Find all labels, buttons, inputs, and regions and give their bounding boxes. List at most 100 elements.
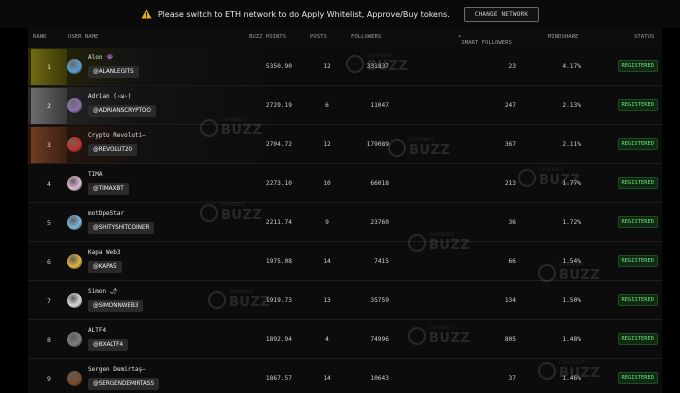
buzz-points: 2729.19: [265, 102, 292, 109]
buzz-points: 1892.94: [265, 336, 292, 343]
mindshare-value: 1.72%: [562, 219, 581, 226]
followers-count: 7415: [374, 258, 389, 265]
leaderboard-table: RANK USER NAME BUZZ POINTS POSTS FOLLOWE…: [28, 28, 662, 393]
mindshare-value: 4.17%: [562, 63, 581, 70]
col-followers[interactable]: FOLLOWERS: [351, 34, 381, 40]
smart-followers-count: 36: [508, 219, 516, 226]
change-network-button[interactable]: CHANGE NETWORK: [463, 6, 540, 22]
table-row[interactable]: 5 motDpeStar @SHITYSHITCOINER 2211.74 9 23760…: [28, 204, 662, 242]
rank-number: 9: [47, 375, 51, 383]
avatar[interactable]: [67, 59, 82, 74]
table-row[interactable]: 3 Crypto Revoluti— @REVOLUT20 2704.72 12 1790…: [28, 126, 662, 164]
posts-count: 13: [323, 297, 331, 304]
user-handle[interactable]: @REVOLUT20: [88, 144, 138, 156]
col-smart-followers-label: SMART FOLLOWERS: [461, 40, 512, 46]
followers-count: 331837: [366, 63, 389, 70]
followers-count: 23760: [370, 219, 389, 226]
user-handle[interactable]: @SERGENDEMIRTASS: [88, 378, 159, 390]
smart-followers-count: 37: [508, 375, 516, 382]
posts-count: 10: [323, 180, 331, 187]
table-row[interactable]: 8 ALTF4 @BXALTF4 1892.94 4 74996 805 1.48% REGIS…: [28, 321, 662, 359]
col-posts[interactable]: POSTS: [310, 34, 327, 40]
rank-number: 6: [47, 258, 51, 266]
rank-number: 2: [31, 88, 67, 124]
posts-count: 9: [325, 219, 329, 226]
warning-icon: [141, 9, 152, 19]
col-smart-followers[interactable]: • SMART FOLLOWERS: [458, 34, 512, 46]
user-handle[interactable]: @ALANLEGITS: [88, 66, 139, 78]
avatar[interactable]: [67, 98, 82, 113]
user-display-name[interactable]: Alon 👾: [88, 54, 114, 61]
status-badge: REGISTERED: [617, 60, 658, 72]
network-warning-banner: Please switch to ETH network to do Apply…: [0, 0, 680, 28]
avatar[interactable]: [67, 215, 82, 230]
smart-followers-count: 213: [504, 180, 516, 187]
status-badge: REGISTERED: [617, 138, 658, 150]
status-badge: REGISTERED: [617, 99, 658, 111]
followers-count: 74996: [370, 336, 389, 343]
mindshare-value: 1.48%: [562, 336, 581, 343]
user-display-name[interactable]: Simon 🌶: [88, 288, 117, 295]
user-handle[interactable]: @SHITYSHITCOINER: [88, 222, 155, 234]
followers-count: 11047: [370, 102, 389, 109]
table-header: RANK USER NAME BUZZ POINTS POSTS FOLLOWE…: [28, 28, 662, 48]
avatar[interactable]: [67, 332, 82, 347]
status-badge: REGISTERED: [617, 255, 658, 267]
followers-count: 35759: [370, 297, 389, 304]
avatar[interactable]: [67, 254, 82, 269]
buzz-points: 1919.73: [265, 297, 292, 304]
avatar[interactable]: [67, 371, 82, 386]
posts-count: 14: [323, 375, 331, 382]
status-badge: REGISTERED: [617, 177, 658, 189]
posts-count: 12: [323, 141, 331, 148]
buzz-points: 2704.72: [265, 141, 292, 148]
user-handle[interactable]: @SIMONNWEB3: [88, 300, 144, 312]
posts-count: 12: [323, 63, 331, 70]
user-display-name[interactable]: Kapa Web3: [88, 249, 121, 256]
buzz-points: 5350.90: [265, 63, 292, 70]
posts-count: 4: [325, 336, 329, 343]
avatar[interactable]: [67, 137, 82, 152]
rank-number: 5: [47, 219, 51, 227]
smart-followers-count: 367: [504, 141, 516, 148]
col-user-name[interactable]: USER NAME: [68, 34, 98, 40]
network-warning-text: Please switch to ETH network to do Apply…: [157, 9, 450, 19]
status-badge: REGISTERED: [617, 372, 658, 384]
table-row[interactable]: 1 Alon 👾 @ALANLEGITS 5350.90 12 331837 23 4.17%…: [28, 48, 662, 86]
mindshare-value: 2.11%: [562, 141, 581, 148]
table-row[interactable]: 4 TIMA @TIMAXBT 2273.10 10 66018 213 1.77% REGIS…: [28, 165, 662, 203]
avatar[interactable]: [67, 176, 82, 191]
user-display-name[interactable]: TIMA: [88, 171, 102, 178]
rank-number: 4: [47, 180, 51, 188]
col-rank[interactable]: RANK: [33, 34, 46, 40]
col-status[interactable]: STATUS: [634, 34, 654, 40]
user-display-name[interactable]: Adrian (✧ω✧): [88, 93, 131, 100]
user-handle[interactable]: @ADRIANSCRYPTOO: [88, 105, 156, 117]
table-row[interactable]: 2 Adrian (✧ω✧) @ADRIANSCRYPTOO 2729.19 6 1104…: [28, 87, 662, 125]
user-handle[interactable]: @TIMAXBT: [88, 183, 129, 195]
user-handle[interactable]: @KAPA5: [88, 261, 122, 273]
user-display-name[interactable]: Sergen Demirtaş—: [88, 366, 146, 373]
followers-count: 179089: [366, 141, 389, 148]
mindshare-value: 1.54%: [562, 258, 581, 265]
user-display-name[interactable]: motDpeStar: [88, 210, 124, 217]
smart-followers-count: 134: [504, 297, 516, 304]
table-row[interactable]: 6 Kapa Web3 @KAPA5 1975.08 14 7415 66 1.54% REGI…: [28, 243, 662, 281]
table-row[interactable]: 7 Simon 🌶 @SIMONNWEB3 1919.73 13 35759 134 1.50…: [28, 282, 662, 320]
rank-number: 7: [47, 297, 51, 305]
smart-followers-count: 247: [504, 102, 516, 109]
user-handle[interactable]: @BXALTF4: [88, 339, 128, 351]
user-display-name[interactable]: ALTF4: [88, 327, 106, 334]
posts-count: 6: [325, 102, 329, 109]
posts-count: 14: [323, 258, 331, 265]
col-mindshare[interactable]: MINDSHARE: [548, 34, 578, 40]
avatar[interactable]: [67, 293, 82, 308]
status-badge: REGISTERED: [617, 216, 658, 228]
col-buzz-points[interactable]: BUZZ POINTS: [249, 34, 286, 40]
rank-number: 8: [47, 336, 51, 344]
table-row[interactable]: 9 Sergen Demirtaş— @SERGENDEMIRTASS 1867.57…: [28, 360, 662, 393]
user-display-name[interactable]: Crypto Revoluti—: [88, 132, 146, 139]
status-badge: REGISTERED: [617, 333, 658, 345]
mindshare-value: 1.77%: [562, 180, 581, 187]
smart-followers-count: 805: [504, 336, 516, 343]
